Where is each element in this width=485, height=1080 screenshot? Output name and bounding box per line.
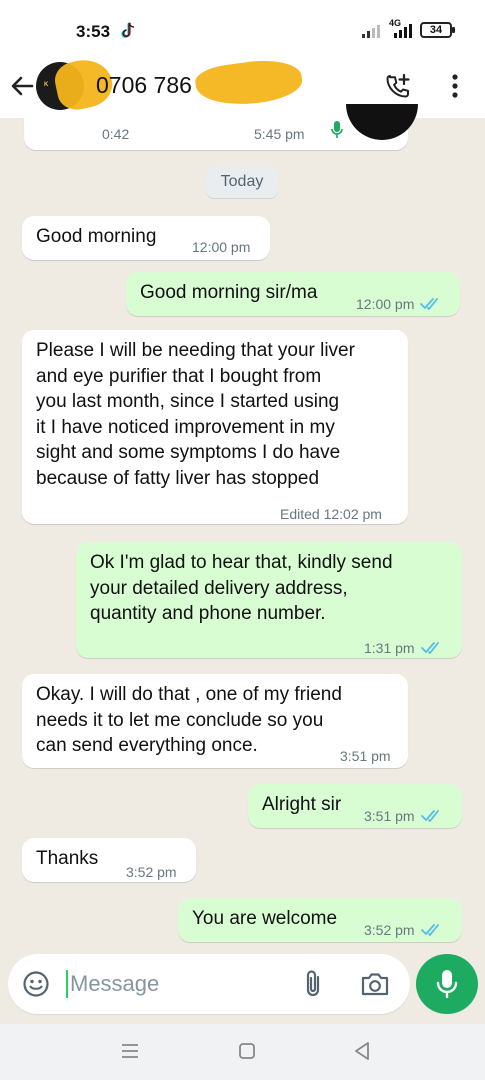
mic-icon xyxy=(436,970,458,999)
message-text: Thanks xyxy=(36,848,99,869)
message-text: Good morning xyxy=(36,226,157,247)
read-ticks-icon xyxy=(420,642,439,654)
message-time: 3:52 pm xyxy=(126,864,177,880)
message-text: Ok I'm glad to hear that, kindly send yo… xyxy=(90,552,393,624)
message-bubble-outgoing[interactable]: Alright sir 3:51 pm xyxy=(248,784,462,828)
message-text: Good morning sir/ma xyxy=(140,282,318,303)
signal-icon xyxy=(362,25,380,38)
message-time: Edited 12:02 pm xyxy=(280,506,382,522)
message-bubble-incoming[interactable]: Okay. I will do that , one of my friend … xyxy=(22,674,408,768)
message-text: You are welcome xyxy=(192,908,338,929)
mic-small-icon xyxy=(331,121,343,138)
message-bubble-incoming[interactable]: Please I will be needing that your liver… xyxy=(22,330,408,524)
back-arrow-icon[interactable] xyxy=(8,72,36,100)
message-time: 12:00 pm xyxy=(192,239,251,255)
message-time: 3:51 pm xyxy=(340,748,391,764)
message-composer xyxy=(8,954,410,1014)
battery-indicator: 34 xyxy=(420,22,455,38)
more-vert-icon[interactable] xyxy=(450,72,460,100)
message-bubble-outgoing[interactable]: Good morning sir/ma 12:00 pm xyxy=(126,272,460,316)
battery-level: 34 xyxy=(429,24,443,36)
message-input[interactable] xyxy=(66,964,286,1004)
audio-message[interactable]: 0:42 5:45 pm xyxy=(24,104,418,150)
message-bubble-incoming[interactable]: Good morning 12:00 pm xyxy=(22,216,270,260)
voice-record-button[interactable] xyxy=(416,954,478,1014)
add-call-icon[interactable] xyxy=(384,72,412,100)
status-time: 3:53 xyxy=(76,22,111,41)
avatar-logo: K xyxy=(44,82,49,88)
read-ticks-icon xyxy=(420,924,439,936)
message-bubble-outgoing[interactable]: You are welcome 3:52 pm xyxy=(178,898,462,942)
recents-icon[interactable] xyxy=(120,1042,140,1060)
chat-area[interactable]: 0:42 5:45 pm Today Good morning 12:00 pm… xyxy=(0,104,485,950)
nav-back-icon[interactable] xyxy=(352,1040,372,1062)
message-time: 1:31 pm xyxy=(364,640,415,656)
audio-timestamp: 5:45 pm xyxy=(254,126,305,142)
message-time: 12:00 pm xyxy=(356,296,415,312)
emoji-icon[interactable] xyxy=(22,970,50,998)
audio-duration: 0:42 xyxy=(102,126,130,142)
attach-icon[interactable] xyxy=(302,968,324,1000)
date-chip: Today xyxy=(206,166,278,198)
message-text: Okay. I will do that , one of my friend … xyxy=(36,684,342,756)
message-bubble-incoming[interactable]: Thanks 3:52 pm xyxy=(22,838,196,882)
message-time: 3:52 pm xyxy=(364,922,415,938)
camera-icon[interactable] xyxy=(360,970,390,998)
message-text: Alright sir xyxy=(262,794,342,815)
message-time: 3:51 pm xyxy=(364,808,415,824)
system-nav-bar xyxy=(0,1024,485,1080)
contact-name[interactable]: 0706 786 xyxy=(96,72,192,99)
read-ticks-icon xyxy=(420,298,439,310)
message-bubble-outgoing[interactable]: Ok I'm glad to hear that, kindly send yo… xyxy=(76,542,462,658)
network-4g-icon: 4G xyxy=(388,18,414,38)
redaction-mark xyxy=(193,54,305,112)
read-ticks-icon xyxy=(420,810,439,822)
audio-sender-avatar xyxy=(346,104,418,140)
status-bar: 3:53 4G 34 xyxy=(0,0,485,56)
message-text: Please I will be needing that your liver… xyxy=(36,340,355,489)
home-icon[interactable] xyxy=(238,1042,256,1060)
tiktok-icon xyxy=(121,22,135,38)
